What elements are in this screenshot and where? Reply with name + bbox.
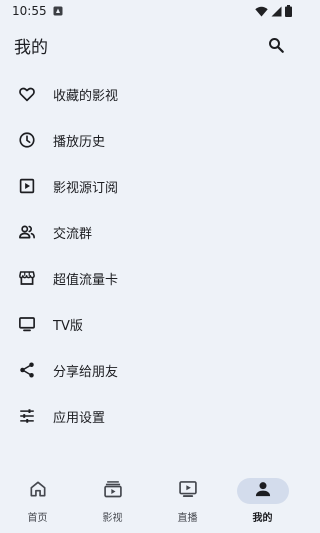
nav-label: 我的	[252, 513, 273, 524]
video-library-icon	[103, 479, 123, 503]
home-icon	[28, 479, 48, 503]
store-icon	[17, 268, 37, 288]
signal-icon	[271, 6, 282, 17]
nav-indicator	[87, 478, 139, 504]
nav-indicator	[12, 478, 64, 504]
nav-item-videos[interactable]: 影视	[75, 468, 150, 524]
menu-label: 超值流量卡	[53, 272, 119, 288]
status-bar: 10:55	[0, 0, 300, 22]
wifi-icon	[255, 6, 268, 17]
search-icon[interactable]	[264, 33, 288, 57]
nav-label: 首页	[27, 513, 48, 524]
menu-label: 影视源订阅	[53, 180, 119, 196]
live-tv-icon	[178, 479, 198, 503]
nav-item-live[interactable]: 直播	[150, 468, 225, 524]
nav-item-profile[interactable]: 我的	[225, 468, 300, 524]
menu-item-settings[interactable]: 应用设置	[0, 393, 300, 439]
tv-icon	[17, 314, 37, 334]
menu-item-history[interactable]: 播放历史	[0, 117, 300, 163]
menu-label: 交流群	[53, 226, 93, 242]
nav-label: 影视	[102, 513, 123, 524]
profile-menu: 收藏的影视 播放历史 影视源订阅 交流群 超值流量卡 TV版 分享给朋友 应用设…	[0, 71, 300, 439]
share-icon	[17, 360, 37, 380]
notification-icon	[53, 6, 63, 16]
menu-label: 播放历史	[53, 134, 106, 150]
menu-item-community[interactable]: 交流群	[0, 209, 300, 255]
nav-label: 直播	[177, 513, 198, 524]
menu-item-share[interactable]: 分享给朋友	[0, 347, 300, 393]
menu-item-tv-version[interactable]: TV版	[0, 301, 300, 347]
person-icon	[253, 479, 273, 503]
play-box-icon	[17, 176, 37, 196]
status-time: 10:55	[12, 4, 47, 18]
heart-icon	[17, 84, 37, 104]
menu-label: 应用设置	[53, 410, 106, 426]
menu-item-favorites[interactable]: 收藏的影视	[0, 71, 300, 117]
menu-item-data-card[interactable]: 超值流量卡	[0, 255, 300, 301]
nav-indicator	[162, 478, 214, 504]
battery-icon	[285, 5, 292, 17]
page-title: 我的	[14, 37, 48, 58]
clock-icon	[17, 130, 37, 150]
menu-label: 收藏的影视	[53, 88, 119, 104]
nav-indicator-active	[236, 478, 289, 504]
menu-item-source-subscription[interactable]: 影视源订阅	[0, 163, 300, 209]
bottom-navigation: 首页 影视 直播 我的	[0, 468, 300, 533]
menu-label: TV版	[53, 318, 83, 334]
group-icon	[17, 222, 37, 242]
nav-item-home[interactable]: 首页	[0, 468, 75, 524]
app-header: 我的	[0, 28, 300, 62]
tune-icon	[17, 406, 37, 426]
menu-label: 分享给朋友	[53, 364, 119, 380]
